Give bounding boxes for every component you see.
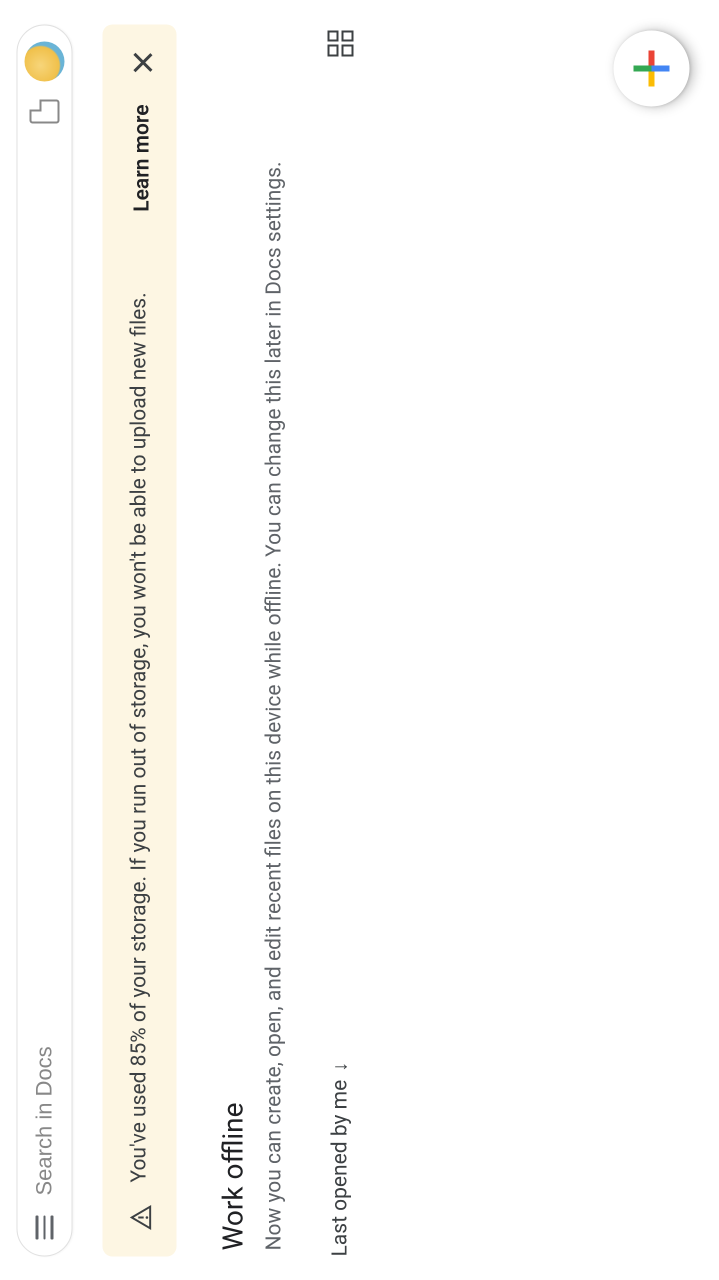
sort-row: Last opened by me ↓ — [327, 24, 373, 1256]
grid-view-icon[interactable] — [327, 30, 353, 56]
banner-message: You've used 85% of your storage. If you … — [124, 211, 154, 1182]
search-input[interactable] — [31, 123, 57, 1195]
sort-dropdown[interactable]: Last opened by me ↓ — [327, 1061, 352, 1256]
avatar[interactable] — [24, 41, 64, 81]
learn-more-link[interactable]: Learn more — [130, 104, 154, 211]
storage-warning-banner: You've used 85% of your storage. If you … — [102, 24, 176, 1256]
work-offline-section: Work offline Now you can create, open, a… — [216, 24, 291, 1256]
warning-icon — [128, 1204, 154, 1230]
new-document-button[interactable] — [613, 30, 689, 106]
plus-icon — [633, 50, 669, 86]
menu-icon[interactable] — [30, 1211, 58, 1239]
search-bar — [16, 24, 72, 1256]
sort-label-text: Last opened by me — [328, 1079, 352, 1256]
arrow-down-icon: ↓ — [327, 1061, 352, 1071]
close-icon[interactable] — [130, 50, 154, 74]
document-icon[interactable] — [29, 99, 59, 123]
work-offline-description: Now you can create, open, and edit recen… — [259, 30, 291, 1250]
work-offline-title: Work offline — [216, 30, 249, 1250]
